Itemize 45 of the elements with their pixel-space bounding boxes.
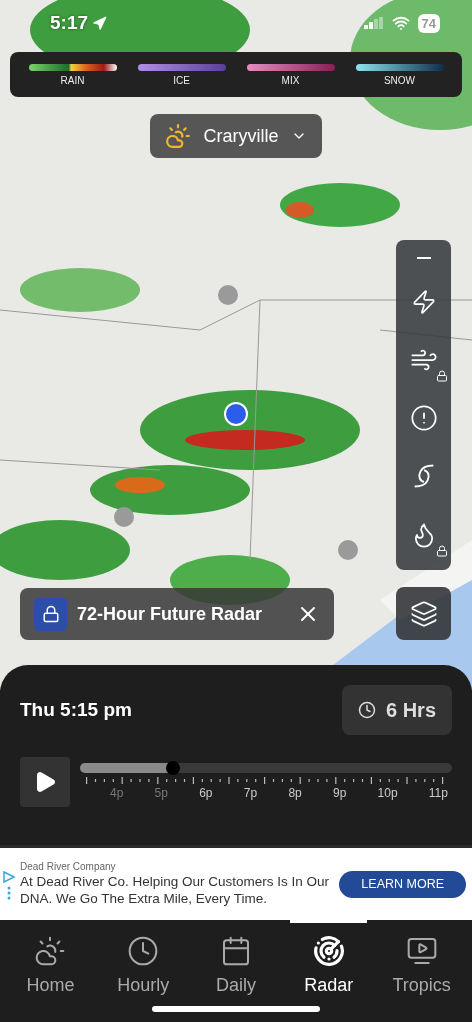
banner-title: 72-Hour Future Radar: [77, 603, 264, 625]
cloud-sun-icon: [34, 935, 67, 967]
ad-sponsor: Dead River Company: [20, 861, 117, 873]
nav-tab[interactable]: Daily: [197, 920, 275, 1004]
tick-label: 11p: [428, 786, 448, 800]
status-time: 5:17: [50, 12, 108, 34]
weather-icon: [165, 123, 192, 149]
legend-label: SNOW: [383, 74, 416, 86]
tick-label: 9p: [332, 786, 347, 800]
timeline-time: Thu 5:15 pm: [20, 699, 132, 721]
tick-label: 8p: [288, 786, 302, 800]
lock-icon: [435, 544, 448, 557]
legend-label: ICE: [173, 74, 190, 86]
nav-tab[interactable]: Home: [12, 920, 89, 1004]
lock-icon: [41, 605, 60, 623]
calendar-icon: [220, 935, 252, 967]
tick-label: 5p: [154, 786, 168, 800]
ad-text: At Dead River Co. Helping Our Customers Is In Our DNA. We Go The Extra Mile, Every Time.: [20, 874, 331, 907]
location-selector[interactable]: Craryville: [150, 114, 322, 158]
slider-thumb[interactable]: [166, 761, 180, 775]
legend-label: MIX: [281, 74, 300, 86]
tick-label: 10p: [377, 786, 398, 800]
tick-label: 4p: [110, 786, 124, 800]
alert-icon: [409, 404, 438, 433]
timeline-slider[interactable]: [80, 763, 452, 773]
nav-tab[interactable]: Tropics: [383, 920, 460, 1004]
tv-play-icon: [405, 935, 438, 967]
legend-label: RAIN: [60, 74, 85, 86]
collapse-icon: [416, 257, 431, 260]
layers-icon: [409, 599, 438, 628]
radar-icon: [312, 935, 345, 967]
lock-icon: [435, 369, 448, 382]
learn-more-button[interactable]: LEARN MORE: [339, 870, 466, 898]
location-arrow-icon: [92, 15, 108, 31]
nav-tab[interactable]: Radar: [290, 920, 368, 1004]
signal-icon: [363, 17, 384, 29]
clock-icon: [357, 701, 376, 719]
nav-tab[interactable]: Hourly: [104, 920, 182, 1004]
range-button[interactable]: 6 Hrs: [341, 685, 452, 735]
play-button[interactable]: [20, 757, 70, 807]
wifi-icon: [391, 14, 410, 32]
tick-label: 6p: [199, 786, 213, 800]
clock-icon: [127, 935, 160, 967]
layers-button[interactable]: [396, 587, 451, 640]
tick-label: 7p: [243, 786, 258, 800]
